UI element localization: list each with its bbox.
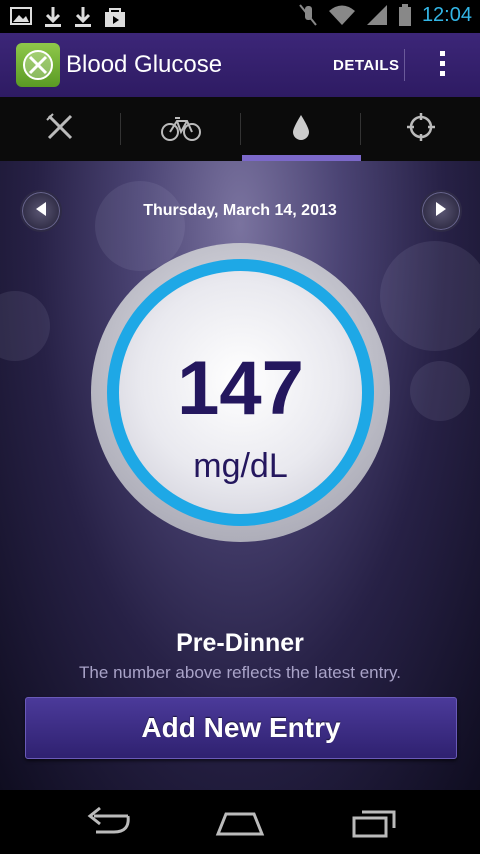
app-title: Blood Glucose [66,51,223,78]
action-bar: Blood Glucose DETAILS [0,33,480,97]
meal-label: Pre-Dinner [176,629,304,657]
background-bokeh [380,241,480,351]
tab-meals[interactable] [0,97,120,161]
battery-icon [398,3,412,27]
shopping-bag-icon [104,6,126,28]
wifi-icon [328,4,356,26]
app-logo-icon[interactable] [16,43,60,87]
date-label: Thursday, March 14, 2013 [143,202,337,219]
system-nav-bar [0,790,480,854]
back-icon[interactable] [84,804,132,845]
tab-goals[interactable] [361,97,480,161]
download-icon [74,6,92,28]
background-bokeh [95,181,185,271]
glucose-reading: 147 [177,346,304,431]
image-icon [10,6,32,28]
bicycle-icon [161,113,201,146]
tab-exercise[interactable] [121,97,241,161]
next-day-button[interactable] [420,190,462,232]
gauge-ring: 147 mg/dL [107,259,374,526]
signal-icon [366,4,388,26]
tab-bar [0,97,480,161]
fork-knife-icon [44,111,76,148]
glucose-gauge: 147 mg/dL [91,243,390,542]
divider [404,49,405,81]
add-new-entry-button[interactable]: Add New Entry [25,697,457,759]
drop-icon [290,113,312,146]
recent-apps-icon[interactable] [350,804,398,845]
mute-icon [298,3,318,27]
glucose-panel: Thursday, March 14, 2013 147 mg/dL Pre-D… [0,161,480,790]
reading-note: The number above reflects the latest ent… [79,663,401,682]
details-button[interactable]: DETAILS [333,57,400,74]
overflow-menu-icon[interactable] [432,51,452,81]
gauge-face: 147 mg/dL [119,271,362,514]
tab-glucose[interactable] [241,97,361,161]
crosshair-icon [406,112,436,147]
status-bar: 12:04 [0,0,480,33]
right-arrow-icon [434,201,448,222]
clock: 12:04 [421,3,472,26]
download-icon [44,6,62,28]
background-bokeh [410,361,470,421]
background-bokeh [0,291,50,361]
glucose-unit: mg/dL [193,447,288,485]
home-icon[interactable] [214,804,266,845]
